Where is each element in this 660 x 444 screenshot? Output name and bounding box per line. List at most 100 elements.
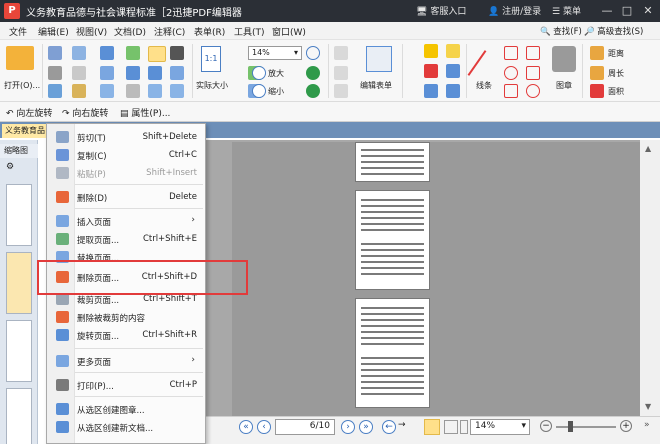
open-folder-icon[interactable] (6, 46, 34, 70)
save-icon[interactable] (48, 46, 62, 60)
actual-size-label[interactable]: 实际大小 (196, 80, 228, 91)
document-page[interactable] (355, 190, 430, 290)
stamp-label[interactable]: 图章 (556, 80, 572, 91)
zoom-out-status-icon[interactable]: − (540, 420, 552, 432)
menu-item[interactable]: 从选区创建图章... (47, 400, 205, 418)
copy-small-icon[interactable] (100, 84, 114, 98)
menu-item[interactable]: 从选区创建新文档... (47, 418, 205, 436)
menu-item[interactable]: 提取页面... Ctrl+Shift+E (47, 230, 205, 248)
customer-service-button[interactable]: 🖥 客服入口 (416, 4, 466, 17)
line-tool-icon[interactable] (467, 50, 487, 76)
rotate-view-icon[interactable] (306, 66, 320, 80)
export-icon[interactable] (72, 66, 86, 80)
find-button[interactable]: 🔍 查找(F) (540, 25, 582, 37)
menu-button[interactable]: ☰ 菜单 (552, 4, 581, 17)
forward-icon[interactable]: → (398, 420, 412, 434)
zoom-in-icon[interactable] (252, 66, 266, 80)
rectangle-icon[interactable] (504, 84, 518, 98)
paste-small-icon[interactable] (126, 66, 140, 80)
select-image-icon[interactable] (170, 66, 184, 80)
zoom-select-plus-icon[interactable] (306, 46, 320, 60)
menu-edit[interactable]: 编辑(E) (38, 25, 69, 38)
zoom-out-icon[interactable] (252, 84, 266, 98)
last-page-button[interactable]: » (359, 420, 373, 434)
edit-form-icon[interactable] (366, 46, 392, 72)
zoom-select[interactable]: 14% ▾ (248, 46, 302, 60)
document-canvas[interactable] (232, 142, 640, 416)
login-button[interactable]: 👤 注册/登录 (488, 4, 541, 17)
collapse-icon[interactable]: » (644, 420, 650, 430)
menu-item[interactable]: 删除被裁剪的内容 (47, 308, 205, 326)
menu-item[interactable]: 剪切(T) Shift+Delete (47, 128, 205, 146)
document-page[interactable] (355, 142, 430, 182)
menu-item[interactable]: 更多页面 › (47, 352, 205, 370)
menu-form[interactable]: 表单(R) (194, 25, 225, 38)
menu-item[interactable]: 粘贴(P) Shift+Insert (47, 164, 205, 182)
menu-item[interactable]: 旋转页面... Ctrl+Shift+R (47, 326, 205, 344)
perimeter-icon[interactable] (590, 66, 604, 80)
page-thumbnail[interactable] (6, 320, 32, 382)
gear-icon[interactable]: ⚙ (6, 162, 20, 174)
document-tab[interactable]: 义务教育品 (2, 124, 46, 138)
page-thumbnail[interactable] (6, 184, 32, 246)
ellipse-icon[interactable] (504, 66, 518, 80)
marquee-icon[interactable] (148, 84, 162, 98)
prev-page-button[interactable]: ‹ (257, 420, 271, 434)
attach-icon[interactable] (72, 84, 86, 98)
menu-item[interactable]: 插入页面 › (47, 212, 205, 230)
page-thumbnail[interactable] (6, 388, 32, 444)
menu-tools[interactable]: 工具(T) (234, 25, 265, 38)
area-label[interactable]: 面积 (608, 86, 624, 97)
refresh-icon[interactable] (306, 84, 320, 98)
menu-item[interactable]: 打印(P)... Ctrl+P (47, 376, 205, 394)
sound-icon[interactable] (446, 84, 460, 98)
note-icon[interactable] (446, 44, 460, 58)
perimeter-label[interactable]: 周长 (608, 68, 624, 79)
circle-icon[interactable] (526, 84, 540, 98)
page-number-input[interactable]: 6/10 (275, 419, 335, 435)
stamp-icon[interactable] (552, 46, 576, 72)
callout-icon[interactable] (424, 84, 438, 98)
next-page-button[interactable]: › (341, 420, 355, 434)
facing-view-icon[interactable] (460, 420, 468, 434)
form-tool-icon[interactable] (334, 84, 348, 98)
zoom-in-label[interactable]: 放大 (268, 68, 284, 79)
distance-label[interactable]: 距离 (608, 48, 624, 59)
undo-icon[interactable] (100, 46, 114, 60)
vertical-scrollbar[interactable]: ▲ ▼ (640, 140, 660, 416)
rotate-right-button[interactable]: ↷ 向右旋转 (62, 106, 108, 119)
line-label[interactable]: 线条 (476, 80, 492, 91)
email-icon[interactable] (48, 84, 62, 98)
paperclip-icon[interactable] (446, 64, 460, 78)
arrow-tool-icon[interactable] (504, 46, 518, 60)
snapshot-icon[interactable] (170, 46, 184, 60)
area-icon[interactable] (590, 84, 604, 98)
page-thumbnail[interactable] (6, 252, 32, 314)
scroll-up-icon[interactable]: ▲ (645, 144, 651, 153)
typewriter-icon[interactable] (424, 44, 438, 58)
zoom-slider-handle[interactable] (568, 421, 573, 432)
cloud-icon[interactable] (526, 66, 540, 80)
cut-icon[interactable] (100, 66, 114, 80)
menu-item[interactable]: 复制(C) Ctrl+C (47, 146, 205, 164)
zoom-out-label[interactable]: 缩小 (268, 86, 284, 97)
menu-window[interactable]: 窗口(W) (272, 25, 306, 38)
select-text-icon[interactable] (148, 66, 162, 80)
menu-file[interactable]: 文件 (9, 25, 27, 38)
polygon-icon[interactable] (526, 46, 540, 60)
zoom-in-status-icon[interactable]: + (620, 420, 632, 432)
open-label[interactable]: 打开(O)... (4, 80, 40, 91)
close-button[interactable]: ✕ (639, 2, 657, 20)
minimize-button[interactable]: — (598, 2, 616, 20)
history-back-button[interactable]: ← (382, 420, 396, 434)
status-zoom-select[interactable]: 14% ▾ (470, 419, 530, 435)
zoom-slider[interactable] (556, 426, 616, 428)
print-icon[interactable] (48, 66, 62, 80)
menu-view[interactable]: 视图(V) (76, 25, 107, 38)
menu-item[interactable]: 删除(D) Delete (47, 188, 205, 206)
single-page-view-icon[interactable] (424, 419, 440, 435)
form-tool-icon[interactable] (334, 46, 348, 60)
scroll-down-icon[interactable]: ▼ (645, 402, 651, 411)
loupe-icon[interactable] (170, 84, 184, 98)
properties-button[interactable]: ▤ 属性(P)... (120, 106, 170, 119)
